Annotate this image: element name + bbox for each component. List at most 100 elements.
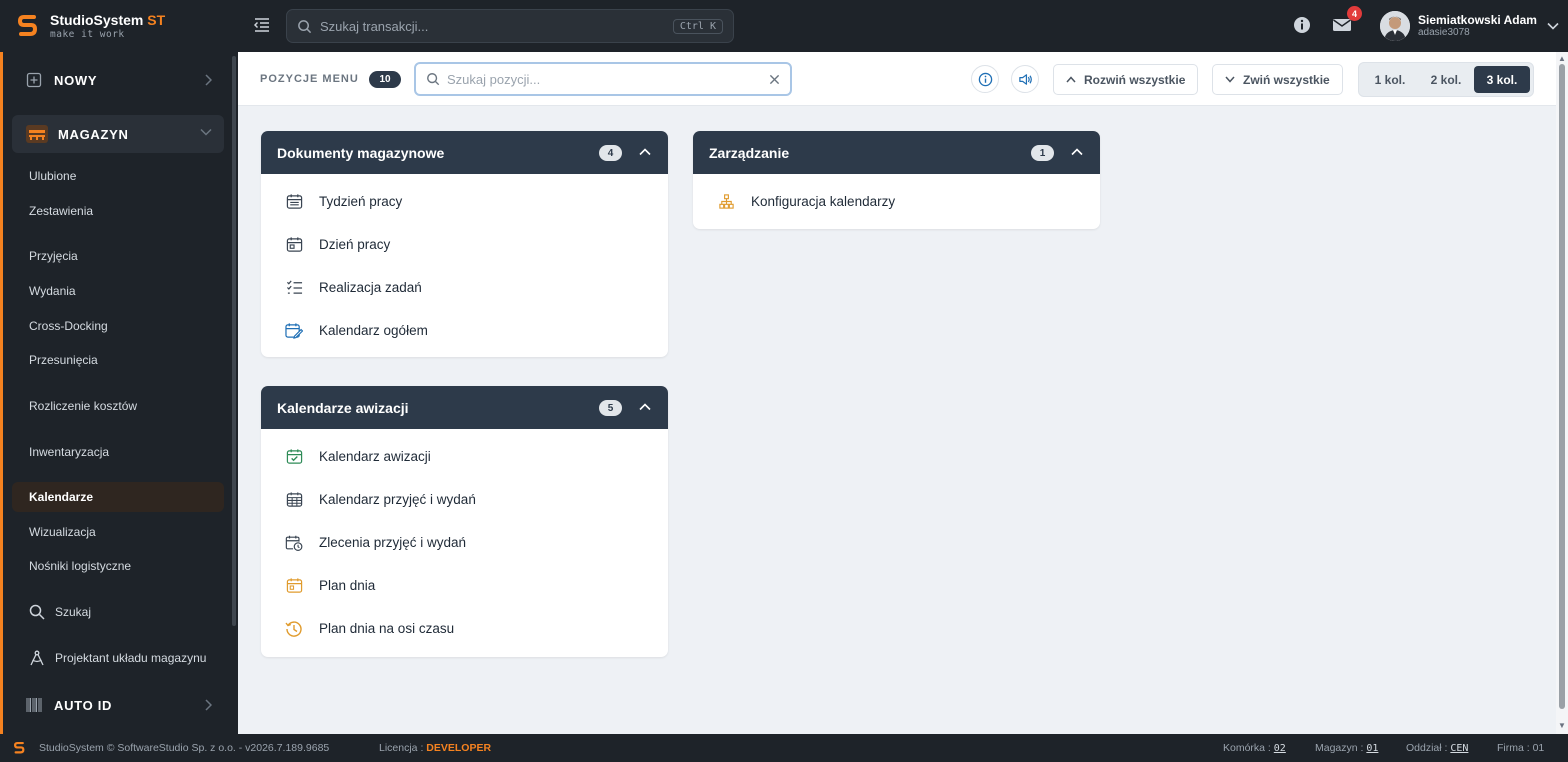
brand[interactable]: StudioSystem ST make it work — [0, 0, 238, 52]
collapse-all-button[interactable]: Zwiń wszystkie — [1212, 64, 1343, 95]
license-label: Licencja : — [379, 742, 424, 754]
brand-logo-icon — [18, 15, 38, 36]
chevron-up-icon[interactable] — [638, 400, 652, 414]
expand-all-button[interactable]: Rozwiń wszystkie — [1053, 64, 1199, 95]
group-title: Dokumenty magazynowe — [277, 144, 445, 161]
calendar-edit-icon — [285, 323, 303, 339]
user-menu[interactable]: Siemiatkowski Adam adasie3078 — [1380, 10, 1559, 42]
branch-value[interactable]: CEN — [1450, 743, 1468, 754]
menu-item-dzien-pracy[interactable]: Dzień pracy — [261, 223, 668, 266]
sidebar-scrollbar[interactable] — [232, 56, 236, 626]
column-3-button[interactable]: 3 kol. — [1474, 66, 1530, 93]
brand-suffix: ST — [147, 11, 166, 28]
clear-icon[interactable] — [769, 74, 780, 85]
sidebar-section-label: MAGAZYN — [58, 126, 129, 142]
sidebar-item-zestawienia[interactable]: Zestawienia — [12, 196, 224, 226]
scroll-down-arrow-icon[interactable]: ▼ — [1558, 721, 1566, 730]
expand-all-label: Rozwiń wszystkie — [1084, 72, 1186, 87]
group-card-dokumenty-magazynowe: Dokumenty magazynowe 4 Tydzień pracy Dzi… — [261, 131, 668, 357]
sidebar-item-projektant[interactable]: Projektant układu magazynu — [12, 643, 224, 673]
scrollbar-thumb[interactable] — [1559, 64, 1565, 709]
sidebar-item-wizualizacja[interactable]: Wizualizacja — [12, 517, 224, 547]
sidebar: NOWY MAGAZYN Ulubione Zestawienia Przyję… — [0, 52, 238, 734]
sidebar-item-kalendarze[interactable]: Kalendarze — [12, 482, 224, 512]
license-value: DEVELOPER — [426, 742, 492, 754]
menu-item-konfiguracja-kalendarzy[interactable]: Konfiguracja kalendarzy — [693, 180, 1100, 223]
main-content: POZYCJE MENU 10 Rozwiń wszystkie Zwiń ws… — [238, 52, 1556, 734]
info-button[interactable] — [971, 65, 999, 93]
cell-value[interactable]: 02 — [1274, 743, 1286, 754]
task-list-icon — [286, 280, 302, 294]
menu-item-kalendarz-przyjec-wydan[interactable]: Kalendarz przyjęć i wydań — [261, 478, 668, 521]
warehouse-value[interactable]: 01 — [1366, 743, 1378, 754]
history-icon — [285, 620, 302, 637]
user-login: adasie3078 — [1418, 27, 1470, 39]
info-icon[interactable] — [1293, 16, 1311, 34]
sidebar-section-label: AUTO ID — [54, 697, 113, 713]
sidebar-item-rozliczenie-kosztow[interactable]: Rozliczenie kosztów — [12, 391, 224, 421]
main-scrollbar[interactable]: ▲ ▼ — [1556, 52, 1568, 734]
group-card-zarzadzanie: Zarządzanie 1 Konfiguracja kalendarzy — [693, 131, 1100, 229]
brand-logo-icon — [14, 741, 25, 754]
sidebar-section-auto-id[interactable]: AUTO ID — [12, 686, 224, 724]
position-search-input[interactable] — [447, 71, 769, 87]
avatar — [1380, 11, 1410, 41]
menu-item-label: Dzień pracy — [319, 237, 391, 252]
sidebar-item-label: Nośniki logistyczne — [29, 559, 132, 573]
sidebar-item-cross-docking[interactable]: Cross-Docking — [12, 311, 224, 341]
sidebar-item-nosniki-logistyczne[interactable]: Nośniki logistyczne — [12, 551, 224, 581]
column-1-button[interactable]: 1 kol. — [1362, 66, 1418, 93]
sidebar-item-przyjecia[interactable]: Przyjęcia — [12, 241, 224, 271]
add-square-icon — [26, 72, 42, 88]
calendar-week-icon — [286, 194, 302, 209]
sidebar-section-magazyn[interactable]: MAGAZYN — [12, 115, 224, 153]
chevron-up-icon[interactable] — [1070, 145, 1084, 159]
column-switcher: 1 kol. 2 kol. 3 kol. — [1358, 62, 1534, 97]
scroll-up-arrow-icon[interactable]: ▲ — [1558, 54, 1566, 63]
calendar-grid-icon — [286, 492, 302, 507]
menu-item-label: Kalendarz awizacji — [319, 449, 431, 464]
column-2-button[interactable]: 2 kol. — [1418, 66, 1474, 93]
top-bar: StudioSystem ST make it work Ctrl K 4 Si… — [0, 0, 1568, 52]
position-search[interactable] — [414, 62, 792, 96]
group-card-header[interactable]: Zarządzanie 1 — [693, 131, 1100, 174]
calendar-clock-icon — [285, 535, 303, 551]
chevron-up-icon — [1066, 76, 1076, 83]
menu-item-kalendarz-awizacji[interactable]: Kalendarz awizacji — [261, 435, 668, 478]
chevron-right-icon — [205, 74, 212, 86]
sidebar-item-ulubione[interactable]: Ulubione — [12, 161, 224, 191]
group-card-header[interactable]: Kalendarze awizacji 5 — [261, 386, 668, 429]
menu-item-plan-dnia-os-czasu[interactable]: Plan dnia na osi czasu — [261, 607, 668, 650]
transaction-search[interactable]: Ctrl K — [286, 9, 734, 43]
menu-item-kalendarz-ogolem[interactable]: Kalendarz ogółem — [261, 309, 668, 352]
search-icon — [427, 73, 440, 86]
sidebar-item-szukaj[interactable]: Szukaj — [12, 597, 224, 627]
cell-label: Komórka : — [1223, 742, 1271, 754]
branch-label: Oddział : — [1406, 742, 1448, 754]
group-title: Kalendarze awizacji — [277, 399, 409, 416]
sidebar-item-wydania[interactable]: Wydania — [12, 276, 224, 306]
menu-item-plan-dnia[interactable]: Plan dnia — [261, 564, 668, 607]
chevron-up-icon[interactable] — [638, 145, 652, 159]
company-label: Firma : — [1497, 742, 1530, 754]
transaction-search-input[interactable] — [320, 18, 673, 34]
group-card-kalendarze-awizacji: Kalendarze awizacji 5 Kalendarz awizacji… — [261, 386, 668, 657]
sidebar-item-label: Wizualizacja — [29, 525, 96, 539]
chevron-down-icon — [200, 128, 212, 136]
menu-item-label: Plan dnia — [319, 578, 376, 593]
menu-toolbar: POZYCJE MENU 10 Rozwiń wszystkie Zwiń ws… — [238, 52, 1556, 106]
chevron-down-icon — [1225, 76, 1235, 83]
menu-item-tydzien-pracy[interactable]: Tydzień pracy — [261, 180, 668, 223]
sidebar-item-inwentaryzacja[interactable]: Inwentaryzacja — [12, 437, 224, 467]
sound-button[interactable] — [1011, 65, 1039, 93]
sidebar-item-label: Inwentaryzacja — [29, 445, 110, 459]
group-card-header[interactable]: Dokumenty magazynowe 4 — [261, 131, 668, 174]
menu-item-realizacja-zadan[interactable]: Realizacja zadań — [261, 266, 668, 309]
sidebar-item-przesuniecia[interactable]: Przesunięcia — [12, 345, 224, 375]
menu-item-zlecenia-przyjec-wydan[interactable]: Zlecenia przyjęć i wydań — [261, 521, 668, 564]
calendar-day-icon — [286, 237, 302, 252]
search-shortcut: Ctrl K — [672, 18, 723, 34]
brand-tagline: make it work — [50, 28, 125, 40]
sidebar-section-nowy[interactable]: NOWY — [12, 61, 224, 99]
menu-toggle-icon[interactable] — [253, 16, 271, 34]
